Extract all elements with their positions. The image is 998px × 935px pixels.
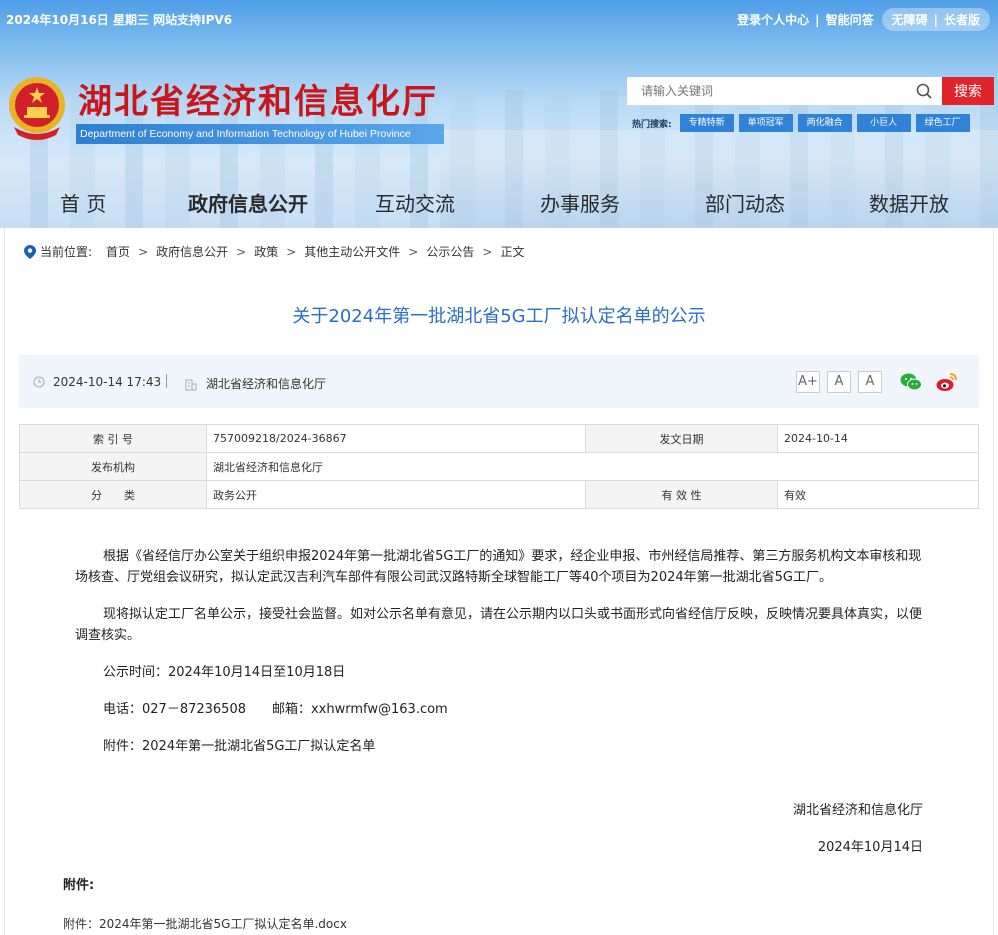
signature-date: 2024年10月14日	[817, 840, 923, 855]
hot-tag[interactable]: 小巨人	[856, 114, 911, 132]
search-input[interactable]	[627, 77, 942, 105]
location-pin-icon	[24, 244, 36, 259]
article-source: 湖北省经济和信息化厅	[184, 375, 326, 392]
publish-datetime: 2024-10-14 17:43	[53, 375, 162, 389]
font-medium-button[interactable]: A	[827, 371, 851, 393]
chevron-right-icon: >	[236, 244, 247, 259]
date-text: 2024年10月16日 星期三 网站支持IPV6	[6, 13, 233, 27]
hot-tag[interactable]: 单项冠军	[738, 114, 793, 132]
body-paragraph: 现将拟认定工厂名单公示，接受社会监督。如对公示名单有意见，请在公示期内以口头或书…	[75, 607, 923, 643]
table-row: 分 类 政务公开 有 效 性 有效	[19, 480, 979, 509]
validity-value: 有效	[777, 480, 979, 509]
clock-icon	[33, 376, 45, 388]
divider: |	[815, 12, 820, 27]
breadcrumb-item[interactable]: 公示公告	[426, 243, 474, 260]
org-label: 发布机构	[19, 452, 207, 481]
chevron-right-icon: >	[482, 244, 493, 259]
hot-search: 热门搜索: 专精特新 单项冠军 两化融合 小巨人 绿色工厂	[632, 114, 975, 132]
date-value: 2024-10-14	[777, 424, 979, 453]
hot-tag[interactable]: 绿色工厂	[915, 114, 970, 132]
index-label: 索 引 号	[19, 424, 207, 453]
building-icon	[185, 379, 197, 390]
font-larger-button[interactable]: A+	[796, 371, 820, 393]
nav-interaction[interactable]: 互动交流	[375, 188, 455, 217]
body-paragraph: 附件：2024年第一批湖北省5G工厂拟认定名单	[103, 739, 376, 754]
nav-dept-news[interactable]: 部门动态	[705, 188, 785, 217]
chevron-right-icon: >	[138, 244, 149, 259]
breadcrumb: 当前位置: 首页 > 政府信息公开 > 政策 > 其他主动公开文件 > 公示公告…	[24, 243, 524, 260]
category-value: 政务公开	[206, 480, 586, 509]
hot-search-label: 热门搜索:	[632, 119, 672, 130]
article-meta-bar: 2024-10-14 17:43 湖北省经济和信息化厅 A+ A A	[19, 355, 979, 408]
top-bar: 2024年10月16日 星期三 网站支持IPV6 登录个人中心 | 智能问答 无…	[0, 0, 998, 38]
search-button[interactable]: 搜索	[942, 77, 994, 105]
body-paragraph: 公示时间：2024年10月14日至10月18日	[103, 665, 346, 680]
signature-org: 湖北省经济和信息化厅	[792, 803, 923, 818]
org-value: 湖北省经济和信息化厅	[206, 452, 979, 481]
breadcrumb-item[interactable]: 政策	[254, 243, 278, 260]
body-paragraph: 根据《省经信厅办公室关于组织申报2024年第一批湖北省5G工厂的通知》要求，经企…	[75, 549, 922, 585]
national-emblem-icon	[9, 77, 65, 140]
divider	[166, 374, 167, 388]
elder-link[interactable]: 长者版	[944, 11, 980, 28]
breadcrumb-item[interactable]: 其他主动公开文件	[304, 243, 400, 260]
weibo-icon[interactable]	[935, 370, 959, 394]
accessibility-pill: 无障碍 | 长者版	[881, 8, 990, 31]
chevron-right-icon: >	[408, 244, 419, 259]
category-label: 分 类	[19, 480, 207, 509]
font-smaller-button[interactable]: A	[858, 371, 882, 393]
hot-tag[interactable]: 两化融合	[797, 114, 852, 132]
wechat-icon[interactable]	[899, 370, 923, 394]
site-title: 湖北省经济和信息化厅	[78, 82, 438, 122]
search-icon[interactable]	[916, 83, 932, 99]
site-subtitle: Department of Economy and Information Te…	[76, 124, 444, 144]
document-info-table: 索 引 号 757009218/2024-36867 发文日期 2024-10-…	[19, 424, 979, 509]
search-box: 搜索	[627, 77, 994, 105]
index-value: 757009218/2024-36867	[206, 424, 586, 453]
attachment-heading: 附件:	[63, 878, 95, 893]
divider: |	[933, 12, 938, 27]
table-row: 索 引 号 757009218/2024-36867 发文日期 2024-10-…	[19, 424, 979, 453]
hot-tag[interactable]: 专精特新	[679, 114, 734, 132]
nav-home[interactable]: 首 页	[60, 188, 106, 217]
breadcrumb-item: 正文	[500, 245, 525, 259]
table-row: 发布机构 湖北省经济和信息化厅	[19, 452, 979, 481]
breadcrumb-label: 当前位置:	[40, 245, 93, 259]
top-links: 登录个人中心 | 智能问答 无障碍 | 长者版	[737, 8, 990, 31]
nav-services[interactable]: 办事服务	[540, 188, 620, 217]
main-nav: 首 页 政府信息公开 互动交流 办事服务 部门动态 数据开放	[0, 176, 998, 228]
qa-link[interactable]: 智能问答	[826, 11, 874, 28]
breadcrumb-item[interactable]: 政府信息公开	[156, 243, 228, 260]
chevron-right-icon: >	[286, 244, 297, 259]
validity-label: 有 效 性	[585, 480, 778, 509]
site-header: 2024年10月16日 星期三 网站支持IPV6 登录个人中心 | 智能问答 无…	[0, 0, 998, 228]
accessible-link[interactable]: 无障碍	[892, 11, 928, 28]
body-paragraph: 电话：027－87236508 邮箱：xxhwrmfw@163.com	[103, 702, 448, 717]
date-label: 发文日期	[585, 424, 778, 453]
attachment-link[interactable]: 附件：2024年第一批湖北省5G工厂拟认定名单.docx	[63, 915, 347, 932]
source-name: 湖北省经济和信息化厅	[206, 377, 327, 391]
article-body: 根据《省经信厅办公室关于组织申报2024年第一批湖北省5G工厂的通知》要求，经企…	[75, 546, 925, 773]
breadcrumb-item[interactable]: 首页	[106, 243, 130, 260]
article-title: 关于2024年第一批湖北省5G工厂拟认定名单的公示	[292, 306, 706, 327]
publish-time: 2024-10-14 17:43	[33, 375, 161, 389]
nav-open-data[interactable]: 数据开放	[869, 188, 949, 217]
nav-gov-info[interactable]: 政府信息公开	[188, 188, 308, 217]
login-link[interactable]: 登录个人中心	[737, 11, 809, 28]
